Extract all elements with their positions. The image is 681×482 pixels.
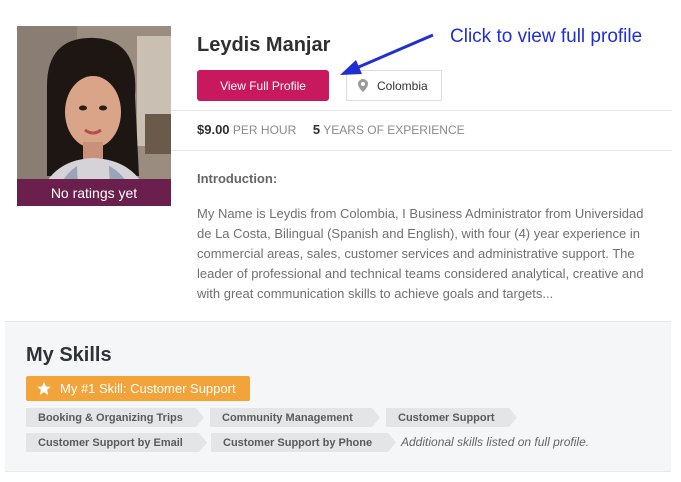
profile-photo[interactable]: No ratings yet: [17, 26, 171, 206]
hourly-rate-unit: PER HOUR: [232, 123, 297, 137]
rate-and-experience: $9.00 PER HOUR 5 YEARS OF EXPERIENCE: [197, 122, 465, 137]
divider-middle: [171, 150, 672, 151]
location-badge: Colombia: [346, 70, 442, 101]
skill-tag[interactable]: Booking & Organizing Trips: [26, 408, 204, 427]
view-full-profile-button[interactable]: View Full Profile: [197, 70, 329, 101]
hourly-rate: $9.00: [197, 122, 230, 137]
top-skill-label: My #1 Skill: Customer Support: [60, 381, 236, 396]
profile-name[interactable]: Leydis Manjar: [197, 34, 330, 57]
skill-tag[interactable]: Community Management: [210, 408, 380, 427]
star-icon: [37, 382, 51, 395]
skill-tag[interactable]: Customer Support by Phone: [211, 433, 396, 452]
skill-tag[interactable]: Customer Support by Email: [26, 433, 207, 452]
experience-years: 5: [312, 122, 321, 137]
divider-top: [171, 110, 672, 111]
location-pin-icon: [358, 79, 368, 92]
skills-heading: My Skills: [26, 344, 112, 366]
skill-tag[interactable]: Customer Support: [386, 408, 517, 427]
experience-unit: YEARS OF EXPERIENCE: [323, 123, 465, 137]
introduction-text: My Name is Leydis from Colombia, I Busin…: [197, 206, 644, 301]
top-skill-badge: My #1 Skill: Customer Support: [26, 376, 250, 401]
additional-skills-note: Additional skills listed on full profile…: [401, 435, 590, 449]
annotation-text: Click to view full profile: [450, 26, 643, 47]
location-label: Colombia: [377, 78, 428, 93]
ratings-status: No ratings yet: [17, 179, 171, 206]
introduction-heading: Introduction:: [197, 171, 278, 186]
